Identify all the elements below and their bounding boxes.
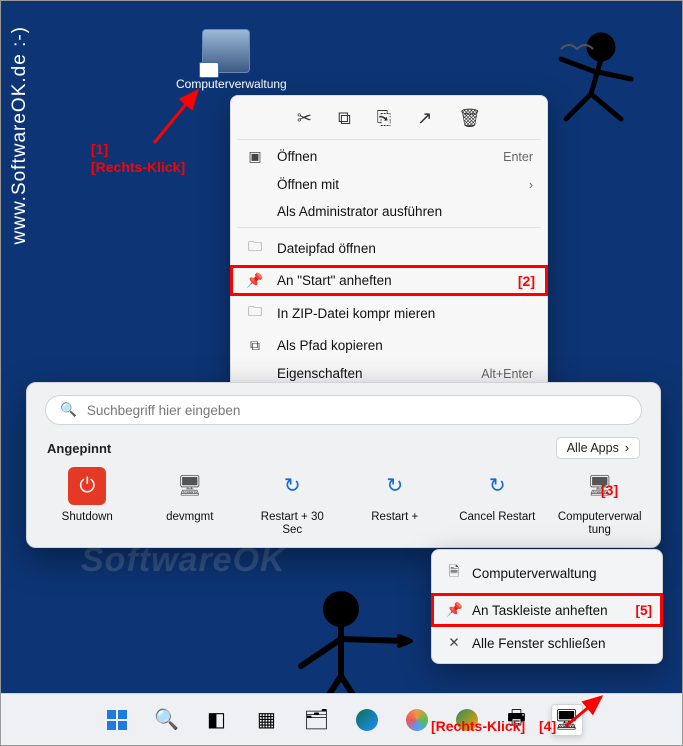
context-toolbar: ✂ ⧉ ⎘ ↗ 🗑 — [231, 102, 547, 137]
taskbar-icon: 🖥 — [554, 707, 579, 732]
menu-item[interactable]: ▣ ÖffnenEnter — [231, 142, 547, 171]
taskview-button[interactable]: ◧ — [201, 704, 233, 736]
taskbar: 🔍 ◧ ▦ 🗂 🖶 🖥 — [1, 693, 682, 745]
pinned-tile[interactable]: ↻ Restart + — [353, 467, 438, 537]
tile-icon: ↻ — [273, 467, 311, 505]
compmgmt-button[interactable]: 🖥 — [551, 704, 583, 736]
jump-item-icon: ✕ — [446, 635, 462, 651]
watermark-left: www.SoftwareOK.de :-) — [9, 26, 31, 244]
explorer-button[interactable]: 🗂 — [301, 704, 333, 736]
search-button[interactable]: 🔍 — [151, 704, 183, 736]
rename-icon[interactable]: ⎘ — [377, 108, 391, 129]
tile-label: Computerverwal tung — [558, 511, 643, 537]
menu-item-icon: ⧉ — [245, 337, 265, 354]
chevron-right-icon: › — [625, 441, 629, 455]
jump-item-label: Alle Fenster schließen — [472, 636, 606, 651]
tile-icon: 🖥 — [581, 467, 619, 505]
paint-button[interactable] — [401, 704, 433, 736]
menu-item[interactable]: ⧉ Als Pfad kopieren — [231, 331, 547, 360]
menu-item-label: Öffnen mit — [277, 177, 529, 192]
menu-item[interactable]: 🗀 Dateipfad öffnen — [231, 230, 547, 266]
menu-item-label: Öffnen — [277, 149, 503, 164]
pinned-heading: Angepinnt — [47, 441, 111, 456]
menu-item-icon: ▣ — [245, 148, 265, 165]
menu-item[interactable]: Als Administrator ausführen — [231, 198, 547, 225]
menu-item[interactable]: 🗀 In ZIP-Datei kompr mieren — [231, 295, 547, 331]
tile-icon: 🖥 — [171, 467, 209, 505]
app-button-2[interactable]: 🖶 — [501, 704, 533, 736]
menu-item-hint: Enter — [503, 150, 533, 164]
jump-item-label: An Taskleiste anheften — [472, 603, 608, 618]
pinned-tile[interactable]: ⏻ Shutdown — [45, 467, 130, 537]
tile-label: devmgmt — [148, 511, 233, 524]
jump-menu-item[interactable]: 📌 An Taskleiste anheften [5] — [432, 594, 662, 626]
jump-item-icon: 🗎 — [446, 562, 462, 585]
computer-icon — [202, 29, 250, 73]
cut-icon[interactable]: ✂ — [297, 108, 312, 129]
start-menu-panel: 🔍 Suchbegriff hier eingeben Angepinnt Al… — [26, 382, 661, 548]
tile-label: Cancel Restart — [455, 511, 540, 524]
app-icon — [356, 709, 378, 731]
menu-item-label: An "Start" anheften — [277, 273, 533, 288]
taskbar-icon: ▦ — [257, 707, 276, 732]
app-icon — [456, 709, 478, 731]
pinned-tile[interactable]: 🖥 Computerverwal tung — [558, 467, 643, 537]
jump-item-label: Computerverwaltung — [472, 566, 597, 581]
windows-icon — [107, 710, 127, 730]
tile-icon: ↻ — [478, 467, 516, 505]
pinned-tile[interactable]: ↻ Restart + 30 Sec — [250, 467, 335, 537]
app-icon — [406, 709, 428, 731]
taskbar-icon: 🖶 — [507, 703, 526, 737]
desktop-shortcut-compmgmt[interactable]: Computerverwaltung — [176, 29, 276, 91]
annotation-5: [5] — [636, 603, 653, 618]
menu-item-label: In ZIP-Datei kompr mieren — [277, 306, 533, 321]
annotation-2: [2] — [518, 273, 535, 289]
copy-icon[interactable]: ⧉ — [338, 108, 351, 129]
taskbar-icon: 🗂 — [304, 707, 329, 732]
menu-item-label: Als Administrator ausführen — [277, 204, 533, 219]
tile-label: Restart + 30 Sec — [250, 511, 335, 537]
delete-icon[interactable]: 🗑 — [458, 108, 481, 129]
menu-item[interactable]: Öffnen mit› — [231, 171, 547, 198]
desktop-shortcut-label: Computerverwaltung — [176, 77, 276, 91]
menu-item-icon: 📌 — [245, 272, 265, 289]
jump-item-icon: 📌 — [446, 602, 462, 618]
share-icon[interactable]: ↗ — [417, 108, 432, 129]
tile-label: Restart + — [353, 511, 438, 524]
pinned-tiles: ⏻ Shutdown 🖥 devmgmt ↻ Restart + 30 Sec ↻ Resta… — [45, 467, 642, 537]
annotation-1: [1] [Rechts-Klick] — [91, 141, 185, 176]
app-button-1[interactable] — [451, 704, 483, 736]
start-search-input[interactable]: 🔍 Suchbegriff hier eingeben — [45, 395, 642, 425]
tile-label: Shutdown — [45, 511, 130, 524]
tile-icon: ↻ — [376, 467, 414, 505]
menu-item-icon: 🗀 — [245, 301, 265, 325]
pinned-tile[interactable]: ↻ Cancel Restart — [455, 467, 540, 537]
menu-item-icon: 🗀 — [245, 236, 265, 260]
jump-menu-item[interactable]: ✕ Alle Fenster schließen — [432, 627, 662, 659]
taskbar-icon: ◧ — [207, 707, 226, 732]
tile-icon: ⏻ — [68, 467, 106, 505]
menu-item-hint: Alt+Enter — [481, 367, 533, 381]
edge-button[interactable] — [351, 704, 383, 736]
start-search-placeholder: Suchbegriff hier eingeben — [87, 403, 241, 418]
pinned-tile[interactable]: 🖥 devmgmt — [148, 467, 233, 537]
taskbar-jump-menu: 🗎 Computerverwaltung 📌 An Taskleiste anheft… — [431, 549, 663, 664]
taskbar-icon: 🔍 — [154, 707, 179, 732]
menu-item-label: Eigenschaften — [277, 366, 481, 381]
context-menu: ✂ ⧉ ⎘ ↗ 🗑 ▣ ÖffnenEnter Öffnen mit› Als Adm… — [230, 95, 548, 428]
start-button[interactable] — [101, 704, 133, 736]
menu-item-label: Als Pfad kopieren — [277, 338, 533, 353]
widgets-button[interactable]: ▦ — [251, 704, 283, 736]
menu-item[interactable]: 📌 An "Start" anheften[2] — [231, 266, 547, 295]
menu-item-label: Dateipfad öffnen — [277, 241, 533, 256]
jump-menu-item[interactable]: 🗎 Computerverwaltung — [432, 554, 662, 593]
menu-item-hint: › — [529, 178, 533, 192]
all-apps-button[interactable]: Alle Apps› — [556, 437, 640, 459]
search-icon: 🔍 — [60, 402, 77, 418]
arrow-1 — [149, 83, 209, 149]
